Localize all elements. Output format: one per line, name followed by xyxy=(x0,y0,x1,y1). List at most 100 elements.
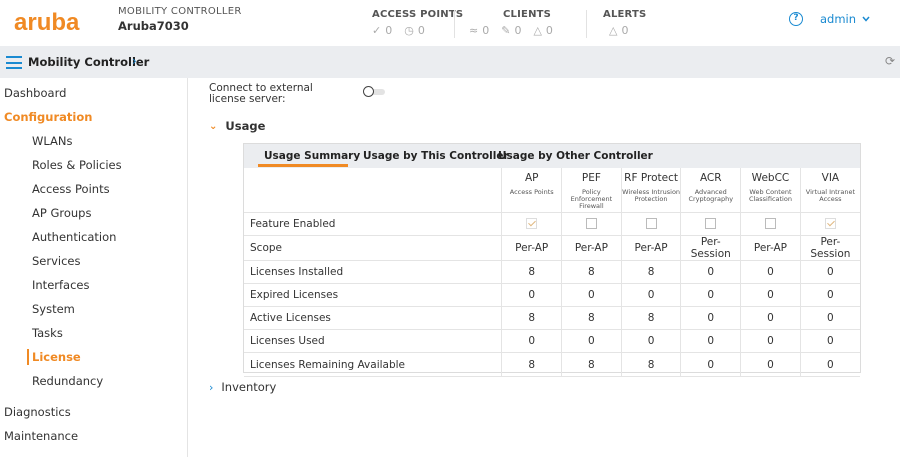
table-cell: 0 xyxy=(501,329,562,354)
sidebar-item-configuration[interactable]: Configuration xyxy=(4,110,92,124)
table-cell: Per-Session xyxy=(680,235,741,261)
header-divider xyxy=(454,10,455,38)
feature-checkbox[interactable] xyxy=(824,218,836,230)
clients-title: CLIENTS xyxy=(503,9,552,20)
access-points-stat[interactable]: ACCESS POINTS ✓︎ 0 ◷ 0 xyxy=(372,9,463,37)
tab-usage-this-controller[interactable]: Usage by This Controller xyxy=(363,150,509,162)
table-cell: Per-Session xyxy=(799,235,860,261)
sidebar-item-services[interactable]: Services xyxy=(32,254,81,268)
tab-usage-summary[interactable]: Usage Summary xyxy=(264,150,360,162)
row-label: Scope xyxy=(244,235,502,261)
tab-usage-other-controller[interactable]: Usage by Other Controller xyxy=(498,150,653,162)
clients-stat[interactable]: CLIENTS ≈0 ✎ 0 △ 0 xyxy=(469,9,553,37)
table-cell: 0 xyxy=(501,283,562,308)
table-cell: 0 xyxy=(680,260,741,284)
alerts-stat[interactable]: ALERTS △ 0 xyxy=(603,9,646,37)
table-header-row: AP Access Points PEF Policy Enforcement Fi… xyxy=(244,168,860,213)
wired-count: 0 xyxy=(545,24,553,37)
chevron-right-icon: › xyxy=(209,380,214,394)
chevron-right-icon[interactable]: › xyxy=(132,54,137,68)
table-cell: 0 xyxy=(740,260,801,284)
remote-icon: ✎ xyxy=(501,24,511,37)
column-header: RF Protect Wireless Intrusion Protection xyxy=(620,168,681,213)
feature-checkbox[interactable] xyxy=(585,218,597,230)
row-label: Expired Licenses xyxy=(244,283,502,308)
main-content: Connect to external license server: ⌄ Us… xyxy=(188,78,900,457)
table-cell: 0 xyxy=(620,283,681,308)
sidebar-item-authentication[interactable]: Authentication xyxy=(32,230,116,244)
sidebar-item-redundancy[interactable]: Redundancy xyxy=(32,374,103,388)
table-cell: 8 xyxy=(501,306,562,331)
table-cell: 8 xyxy=(501,260,562,284)
table-row: Licenses Used 0 0 0 0 0 0 xyxy=(244,329,860,354)
table-cell: 0 xyxy=(799,306,860,331)
column-header: AP Access Points xyxy=(501,168,562,213)
table-cell: 0 xyxy=(680,352,741,377)
sidebar-item-maintenance[interactable]: Maintenance xyxy=(4,429,78,443)
column-header: PEF Policy Enforcement Firewall xyxy=(561,168,622,213)
menu-icon[interactable] xyxy=(6,56,22,69)
alerts-count: 0 xyxy=(621,24,629,37)
sidebar: Dashboard Configuration WLANs Roles & Po… xyxy=(0,78,188,457)
table-cell: 0 xyxy=(561,283,622,308)
table-cell: Per-AP xyxy=(561,235,622,261)
feature-checkbox[interactable] xyxy=(526,218,538,230)
feature-checkbox[interactable] xyxy=(705,218,717,230)
row-label: Active Licenses xyxy=(244,306,502,331)
remote-count: 0 xyxy=(514,24,522,37)
ap-down-icon: ◷ xyxy=(404,24,414,37)
table-cell: 0 xyxy=(799,283,860,308)
usage-section-header[interactable]: ⌄ Usage xyxy=(209,119,265,133)
usage-tabs: Usage Summary Usage by This Controller U… xyxy=(244,144,860,168)
header-divider xyxy=(586,10,587,38)
chevron-down-icon xyxy=(862,16,870,22)
sidebar-item-diagnostics[interactable]: Diagnostics xyxy=(4,405,71,419)
alert-icon: △ xyxy=(609,24,618,37)
table-cell: Per-AP xyxy=(501,235,562,261)
controller-name: Aruba7030 xyxy=(118,19,189,33)
table-cell: 0 xyxy=(680,306,741,331)
row-label: Licenses Remaining Available xyxy=(244,352,502,377)
table-row: Licenses Remaining Available 8 8 8 0 0 0 xyxy=(244,352,860,377)
feature-checkbox-cell xyxy=(799,212,860,236)
sidebar-item-license[interactable]: License xyxy=(32,350,81,364)
table-cell: Per-AP xyxy=(620,235,681,261)
sidebar-item-dashboard[interactable]: Dashboard xyxy=(4,86,66,100)
table-header-blank xyxy=(244,168,502,213)
sidebar-item-ap-groups[interactable]: AP Groups xyxy=(32,206,91,220)
user-menu[interactable]: admin xyxy=(820,12,870,26)
sidebar-item-tasks[interactable]: Tasks xyxy=(32,326,63,340)
active-indicator xyxy=(27,349,29,365)
sidebar-item-system[interactable]: System xyxy=(32,302,75,316)
sidebar-item-roles-policies[interactable]: Roles & Policies xyxy=(32,158,122,172)
inventory-section-header[interactable]: › Inventory xyxy=(209,380,276,394)
help-icon[interactable]: ? xyxy=(789,12,803,26)
breadcrumb-bar: Mobility Controller › ⟳ xyxy=(0,46,900,78)
table-cell: 0 xyxy=(799,352,860,377)
column-header: VIA Virtual Intranet Access xyxy=(799,168,860,213)
table-cell: 0 xyxy=(740,306,801,331)
table-cell: 8 xyxy=(561,306,622,331)
table-row: Active Licenses 8 8 8 0 0 0 xyxy=(244,306,860,331)
wireless-count: 0 xyxy=(482,24,490,37)
user-name: admin xyxy=(820,12,857,26)
table-cell: 0 xyxy=(680,329,741,354)
table-cell: 0 xyxy=(740,329,801,354)
external-license-label: Connect to external license server: xyxy=(209,82,313,105)
feature-checkbox[interactable] xyxy=(764,218,776,230)
table-cell: 0 xyxy=(740,283,801,308)
sidebar-item-access-points[interactable]: Access Points xyxy=(32,182,110,196)
external-license-toggle[interactable] xyxy=(363,86,387,97)
sidebar-item-interfaces[interactable]: Interfaces xyxy=(32,278,89,292)
table-cell: 0 xyxy=(561,329,622,354)
refresh-icon[interactable]: ⟳ xyxy=(885,54,895,68)
aruba-logo[interactable]: aruba xyxy=(14,8,100,38)
wired-icon: △ xyxy=(533,24,542,37)
feature-checkbox-cell xyxy=(740,212,801,236)
usage-panel: Usage Summary Usage by This Controller U… xyxy=(243,143,861,377)
feature-checkbox-cell xyxy=(680,212,741,236)
table-cell: 0 xyxy=(799,329,860,354)
feature-checkbox[interactable] xyxy=(645,218,657,230)
column-header: ACR Advanced Cryptography xyxy=(680,168,741,213)
sidebar-item-wlans[interactable]: WLANs xyxy=(32,134,73,148)
